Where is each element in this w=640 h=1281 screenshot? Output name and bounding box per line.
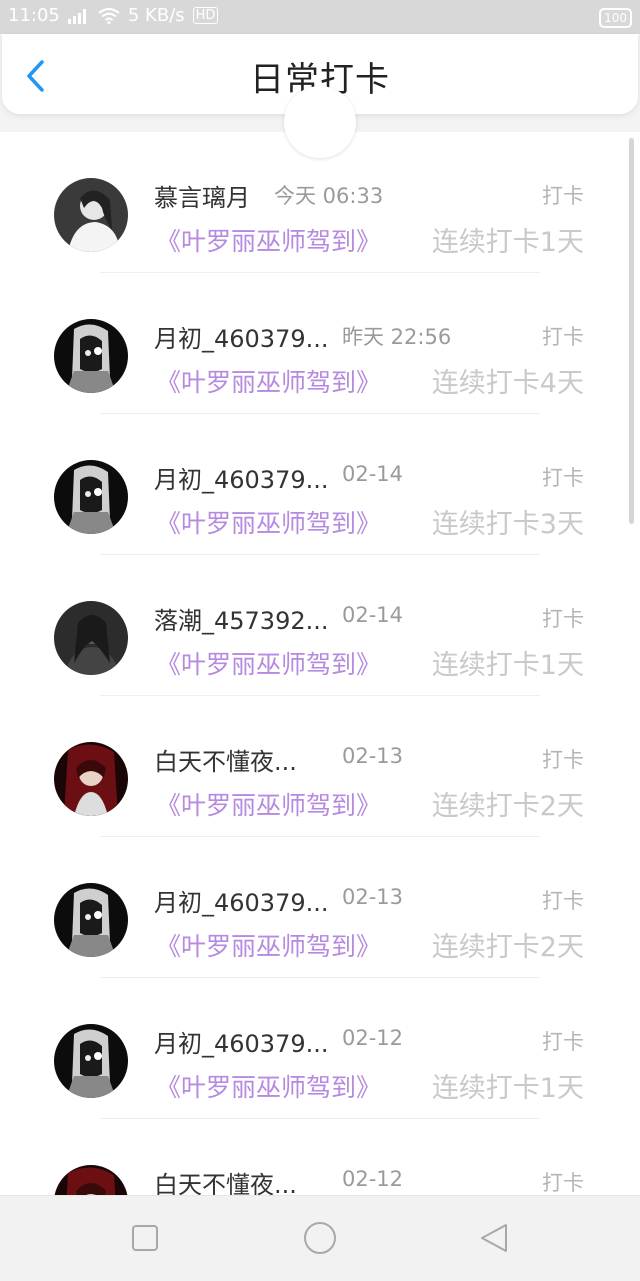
back-nav-button[interactable]: [476, 1220, 512, 1256]
checkin-time: 02-14: [342, 603, 404, 627]
avatar[interactable]: [54, 601, 128, 675]
checkin-time: 昨天 22:56: [342, 325, 452, 349]
status-right: 100: [599, 6, 632, 28]
streak-text: 连续打卡1天: [431, 227, 584, 258]
checkin-label: 打卡: [542, 325, 584, 349]
user-name[interactable]: 月初_460379...: [154, 883, 329, 918]
avatar[interactable]: [54, 1024, 128, 1098]
avatar[interactable]: [54, 319, 128, 393]
book-tag[interactable]: 《叶罗丽巫师驾到》: [156, 786, 381, 822]
checkin-label: 打卡: [542, 607, 584, 631]
battery-icon: 100: [599, 8, 632, 28]
avatar[interactable]: [54, 1165, 128, 1195]
signal-icon: [67, 8, 90, 24]
book-tag[interactable]: 《叶罗丽巫师驾到》: [156, 504, 381, 540]
list-item[interactable]: 白天不懂夜... 02-13 打卡 《叶罗丽巫师驾到》 连续打卡2天: [0, 704, 640, 845]
checkin-label: 打卡: [542, 1171, 584, 1195]
avatar[interactable]: [54, 883, 128, 957]
checkin-time: 02-13: [342, 885, 404, 909]
divider: [100, 1118, 540, 1119]
system-nav-bar: [0, 1195, 640, 1281]
list-item[interactable]: 落潮_457392... 02-14 打卡 《叶罗丽巫师驾到》 连续打卡1天: [0, 563, 640, 704]
checkin-list: 慕言璃月 今天 06:33 打卡 《叶罗丽巫师驾到》 连续打卡1天 月初_460…: [0, 140, 640, 1195]
avatar[interactable]: [54, 460, 128, 534]
user-name[interactable]: 白天不懂夜...: [154, 742, 297, 777]
user-name[interactable]: 月初_460379...: [154, 319, 329, 354]
streak-text: 连续打卡1天: [431, 1073, 584, 1104]
checkin-label: 打卡: [542, 889, 584, 913]
checkin-label: 打卡: [542, 466, 584, 490]
streak-text: 连续打卡1天: [431, 650, 584, 681]
circle-icon: [304, 1222, 336, 1254]
list-item[interactable]: 白天不懂夜... 02-12 打卡: [0, 1127, 640, 1195]
checkin-time: 今天 06:33: [274, 184, 384, 208]
list-item[interactable]: 月初_460379... 02-14 打卡 《叶罗丽巫师驾到》 连续打卡3天: [0, 422, 640, 563]
divider: [100, 272, 540, 273]
checkin-time: 02-12: [342, 1026, 404, 1050]
status-bar: 11:05 5 KB/s HD 100: [0, 0, 640, 34]
checkin-time: 02-14: [342, 462, 404, 486]
avatar[interactable]: [54, 742, 128, 816]
checkin-time: 02-12: [342, 1167, 404, 1191]
list-item[interactable]: 慕言璃月 今天 06:33 打卡 《叶罗丽巫师驾到》 连续打卡1天: [0, 140, 640, 281]
divider: [100, 554, 540, 555]
divider: [100, 413, 540, 414]
scrollbar[interactable]: [629, 138, 634, 524]
divider: [100, 836, 540, 837]
checkin-label: 打卡: [542, 184, 584, 208]
streak-text: 连续打卡2天: [431, 791, 584, 822]
user-name[interactable]: 慕言璃月: [154, 178, 250, 213]
user-name[interactable]: 白天不懂夜...: [154, 1165, 297, 1195]
list-item[interactable]: 月初_460379... 昨天 22:56 打卡 《叶罗丽巫师驾到》 连续打卡4…: [0, 281, 640, 422]
hd-badge: HD: [192, 7, 219, 24]
recent-apps-button[interactable]: [127, 1220, 163, 1256]
checkin-label: 打卡: [542, 748, 584, 772]
checkin-label: 打卡: [542, 1030, 584, 1054]
streak-text: 连续打卡2天: [431, 932, 584, 963]
book-tag[interactable]: 《叶罗丽巫师驾到》: [156, 222, 381, 258]
user-name[interactable]: 落潮_457392...: [154, 601, 329, 636]
avatar[interactable]: [54, 178, 128, 252]
square-icon: [132, 1225, 158, 1251]
user-name[interactable]: 月初_460379...: [154, 460, 329, 495]
triangle-back-icon: [481, 1224, 507, 1252]
network-speed: 5 KB/s: [127, 5, 185, 26]
home-button[interactable]: [302, 1220, 338, 1256]
user-name[interactable]: 月初_460379...: [154, 1024, 329, 1059]
streak-text: 连续打卡4天: [431, 368, 584, 399]
checkin-time: 02-13: [342, 744, 404, 768]
book-tag[interactable]: 《叶罗丽巫师驾到》: [156, 1068, 381, 1104]
status-left: 11:05 5 KB/s HD: [8, 5, 219, 26]
divider: [100, 977, 540, 978]
streak-text: 连续打卡3天: [431, 509, 584, 540]
book-tag[interactable]: 《叶罗丽巫师驾到》: [156, 927, 381, 963]
list-item[interactable]: 月初_460379... 02-12 打卡 《叶罗丽巫师驾到》 连续打卡1天: [0, 986, 640, 1127]
battery-level: 100: [604, 11, 627, 25]
book-tag[interactable]: 《叶罗丽巫师驾到》: [156, 363, 381, 399]
wifi-icon: [98, 7, 120, 24]
clock: 11:05: [8, 5, 60, 26]
book-tag[interactable]: 《叶罗丽巫师驾到》: [156, 645, 381, 681]
divider: [100, 695, 540, 696]
list-item[interactable]: 月初_460379... 02-13 打卡 《叶罗丽巫师驾到》 连续打卡2天: [0, 845, 640, 986]
